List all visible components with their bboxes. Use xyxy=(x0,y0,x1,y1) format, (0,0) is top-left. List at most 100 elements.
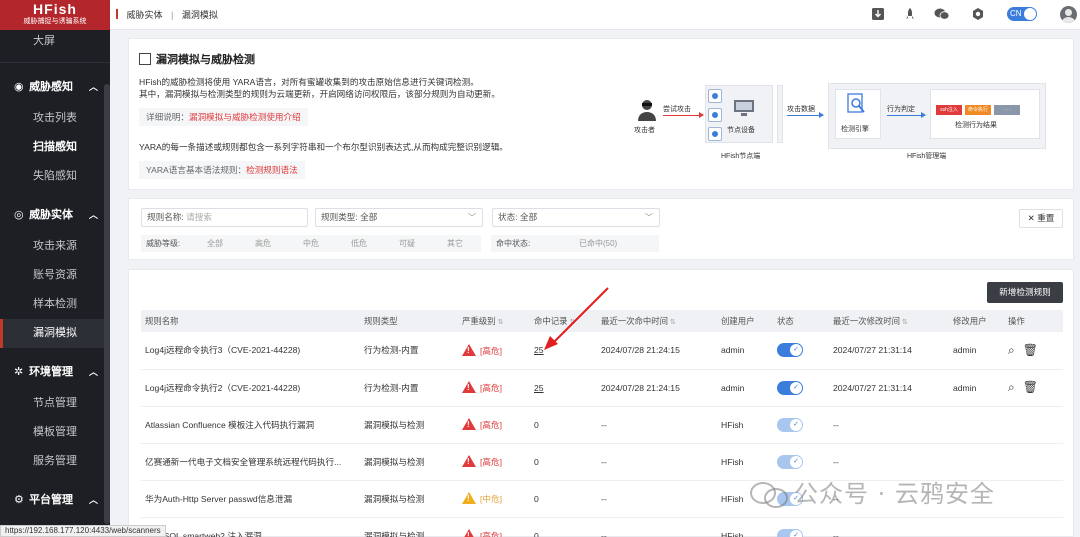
sidebar-item-attack-list[interactable]: 攻击列表 xyxy=(0,104,110,133)
node-device-label: 节点设备 xyxy=(727,127,755,134)
download-icon[interactable] xyxy=(870,7,886,23)
sidebar-group-threat-entity[interactable]: ◎ 威胁实体 ︿ xyxy=(0,199,110,232)
rule-type-cell: 漏洞模拟与检测 xyxy=(360,443,458,481)
intro-text-line2: 其中，漏洞模拟与检测类型的规则为云端更新，开启网络访问权限后，该部分规则为自动更… xyxy=(139,89,500,99)
delete-icon[interactable]: 🗑 xyxy=(1023,343,1038,357)
chevron-down-icon: ﹀ xyxy=(468,213,476,222)
node-end-label: HFish节点端 xyxy=(721,153,761,160)
rule-name-cell: loud SQL smartweb2 注入漏洞 xyxy=(141,517,360,537)
rule-name-cell: 华为Auth-Http Server passwd信息泄漏 xyxy=(141,480,360,518)
sidebar-divider xyxy=(0,62,110,63)
reset-button[interactable]: ✕ 重置 xyxy=(1019,209,1063,228)
sidebar-scrollbar[interactable] xyxy=(104,84,110,524)
sort-icon[interactable]: ⇅ xyxy=(902,319,908,326)
search-doc-icon xyxy=(847,93,867,117)
severity-label: [高危] xyxy=(480,383,502,393)
sidebar-group-label: 威胁实体 xyxy=(29,209,74,221)
logo[interactable]: HFish 威胁捕捉与诱骗系统 xyxy=(0,0,110,30)
watermark-text: 公众号 · 云鸦安全 xyxy=(794,480,995,508)
rule-name-cell: Log4j远程命令执行3（CVE-2021-44228) xyxy=(141,332,360,370)
intro-card: 漏洞模拟与威胁检测 HFish的威胁检测将使用 YARA语言，对所有蜜罐收集到的… xyxy=(128,38,1074,190)
rocket-icon[interactable] xyxy=(902,7,918,23)
sort-icon[interactable]: ⇅ xyxy=(498,319,504,326)
intro-text-line1: HFish的威胁检测将使用 YARA语言，对所有蜜罐收集到的攻击原始信息进行关键… xyxy=(139,77,479,87)
language-toggle[interactable]: CN xyxy=(1007,7,1037,21)
sidebar-item-template-management[interactable]: 模板管理 xyxy=(0,418,110,447)
view-detail-icon[interactable]: ⌕ xyxy=(1008,380,1015,395)
rule-type-cell: 漏洞模拟与检测 xyxy=(360,480,458,518)
add-rule-button[interactable]: 新增检测规则 xyxy=(987,282,1063,303)
sidebar-group-env-management[interactable]: ✲ 环境管理 ︿ xyxy=(0,356,110,389)
sidebar-item-scan-perception[interactable]: 扫描感知 xyxy=(0,133,110,162)
sidebar-item-vuln-simulation[interactable]: 漏洞模拟 xyxy=(0,319,110,348)
view-detail-icon[interactable]: ⌕ xyxy=(1008,343,1015,358)
column-header[interactable]: 最近一次命中时间 ⇅ xyxy=(597,310,717,332)
level-option-suspicious[interactable]: 可疑 xyxy=(399,235,415,252)
rule-name-label: 规则名称: xyxy=(147,212,184,222)
sidebar-group-label: 环境管理 xyxy=(29,366,74,378)
actions-cell: ⌕ 🗑 xyxy=(1004,332,1063,370)
last-hit-cell: -- xyxy=(597,406,717,444)
last-hit-cell: -- xyxy=(597,443,717,481)
level-option-other[interactable]: 其它 xyxy=(447,235,463,252)
verdict-label: 行为判定 xyxy=(887,106,915,113)
sidebar-item-service-management[interactable]: 服务管理 xyxy=(0,447,110,476)
severity-label: [高危] xyxy=(480,531,502,537)
sort-icon[interactable]: ⇅ xyxy=(670,319,676,326)
status-select[interactable]: 状态: 全部 ﹀ xyxy=(492,208,660,227)
hit-count: 0 xyxy=(534,456,539,467)
sidebar-item-node-management[interactable]: 节点管理 xyxy=(0,389,110,418)
column-header[interactable]: 严重级别 ⇅ xyxy=(458,310,530,332)
rule-type-cell: 行为检测-内置 xyxy=(360,332,458,370)
chevron-up-icon: ︿ xyxy=(88,82,98,92)
level-option-high[interactable]: 高危 xyxy=(255,235,271,252)
page-title-text: 漏洞模拟与威胁检测 xyxy=(156,54,255,66)
column-header: 规则名称 xyxy=(141,310,360,332)
sidebar-item-attack-source[interactable]: 攻击来源 xyxy=(0,232,110,261)
sidebar-group-label: 平台管理 xyxy=(29,494,74,506)
sidebar-item-compromise[interactable]: 失陷感知 xyxy=(0,162,110,191)
sidebar-item-account-resource[interactable]: 账号资源 xyxy=(0,261,110,290)
last-hit-cell: 2024/07/28 21:24:15 xyxy=(597,332,717,370)
syntax-link[interactable]: 检测规则语法 xyxy=(246,165,298,175)
status-toggle[interactable] xyxy=(777,380,803,395)
sidebar-item-sample-detection[interactable]: 样本检测 xyxy=(0,290,110,319)
column-header: 修改用户 xyxy=(949,310,1004,332)
rule-name-cell: Log4j远程命令执行2（CVE-2021-44228) xyxy=(141,369,360,407)
delete-icon[interactable]: 🗑 xyxy=(1023,380,1038,394)
hit-status-option[interactable]: 已命中(50) xyxy=(579,235,617,252)
avatar[interactable] xyxy=(1060,6,1077,23)
column-header[interactable]: 最近一次修改时间 ⇅ xyxy=(829,310,949,332)
severity-label: [高危] xyxy=(480,420,502,430)
rule-type-select[interactable]: 规则类型: 全部 ﹀ xyxy=(315,208,483,227)
breadcrumb-parent[interactable]: 威胁实体 xyxy=(127,10,163,20)
column-header-label: 严重级别 xyxy=(462,316,496,326)
hit-count: 0 xyxy=(534,530,539,537)
breadcrumb-separator: | xyxy=(171,10,174,20)
watermark: 公众号 · 云鸦安全 xyxy=(750,474,995,514)
severity-cell: [高危] xyxy=(458,443,530,481)
rule-name-input[interactable]: 规则名称: 请搜索 xyxy=(141,208,308,227)
chevron-up-icon: ︿ xyxy=(88,495,98,505)
settings-icon[interactable] xyxy=(970,7,986,23)
sidebar-group-threat-perception[interactable]: ◉ 威胁感知 ︿ xyxy=(0,71,110,104)
settings-icon: ⚙ xyxy=(14,494,24,506)
sidebar-group-label: 威胁感知 xyxy=(29,81,74,93)
top-header: 威胁实体 | 漏洞模拟 CN xyxy=(110,0,1080,30)
status-cell xyxy=(773,332,829,370)
app-name: HFish xyxy=(33,1,77,17)
sidebar-item-dashboard[interactable]: 大屏 xyxy=(0,30,110,52)
wechat-icon[interactable] xyxy=(934,7,950,23)
status-value: 全部 xyxy=(519,212,538,222)
hit-count-link[interactable]: 25 xyxy=(534,383,544,393)
level-option-low[interactable]: 低危 xyxy=(351,235,367,252)
sidebar-group-platform-management[interactable]: ⚙ 平台管理 ︿ xyxy=(0,484,110,517)
level-option-medium[interactable]: 中危 xyxy=(303,235,319,252)
detail-link[interactable]: 漏洞模拟与威胁检测使用介绍 xyxy=(189,112,301,122)
status-toggle[interactable] xyxy=(777,343,803,358)
table-row: Atlassian Confluence 模板注入代码执行漏洞 漏洞模拟与检测 … xyxy=(141,406,1063,444)
level-option-all[interactable]: 全部 xyxy=(207,235,223,252)
attacker-icon xyxy=(637,99,657,121)
attack-data-label: 攻击数据 xyxy=(787,106,815,113)
actions-cell xyxy=(1004,480,1063,518)
